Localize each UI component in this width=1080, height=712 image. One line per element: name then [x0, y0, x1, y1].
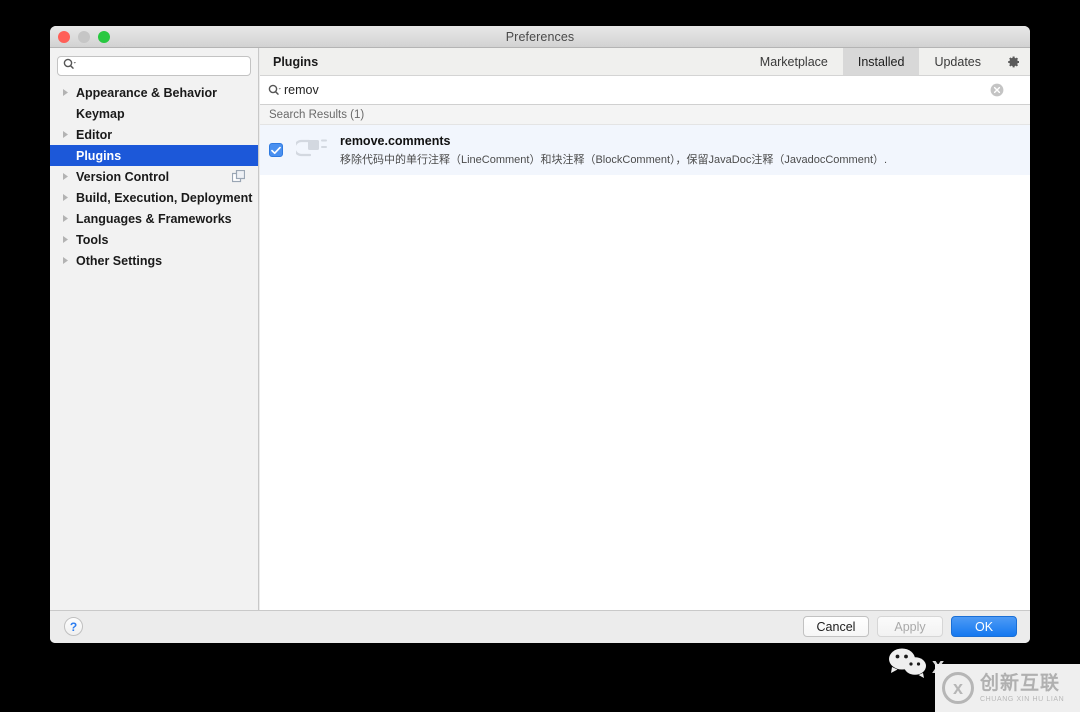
sidebar-item-version-control[interactable]: Version Control: [50, 166, 258, 187]
window-titlebar: Preferences: [50, 26, 1030, 48]
plugin-list-empty-area: [260, 175, 1030, 638]
plugins-panel: Plugins Marketplace Installed Updates re…: [260, 48, 1030, 638]
sidebar-item-label: Appearance & Behavior: [76, 85, 218, 100]
brand-text: 创新互联 CHUANG XIN HU LIAN: [980, 674, 1064, 703]
sidebar-item-label: Languages & Frameworks: [76, 211, 232, 226]
settings-tree: Appearance & Behavior Keymap Editor Plug…: [50, 82, 258, 271]
plugin-name: remove.comments: [340, 133, 451, 148]
cx-logo-icon: x: [942, 672, 974, 704]
preferences-window: Preferences Appearance & Behavior Keymap…: [50, 26, 1030, 643]
search-results-header: Search Results (1): [260, 105, 1030, 125]
plugin-info: remove.comments 移除代码中的单行注释（LineComment）和…: [340, 134, 887, 167]
brand-watermark: x 创新互联 CHUANG XIN HU LIAN: [935, 664, 1080, 712]
chevron-right-icon: [62, 193, 74, 202]
plugins-tabbar: Plugins Marketplace Installed Updates: [260, 48, 1030, 76]
chevron-right-icon: [62, 130, 74, 139]
sidebar-item-editor[interactable]: Editor: [50, 124, 258, 145]
sidebar-item-appearance-behavior[interactable]: Appearance & Behavior: [50, 82, 258, 103]
close-icon[interactable]: [58, 31, 70, 43]
sidebar-item-label: Build, Execution, Deployment: [76, 190, 253, 205]
dialog-footer: ? Cancel Apply OK: [50, 610, 1030, 643]
help-button[interactable]: ?: [64, 617, 83, 636]
tab-updates[interactable]: Updates: [919, 48, 996, 75]
search-icon: [260, 84, 281, 96]
window-body: Appearance & Behavior Keymap Editor Plug…: [50, 48, 1030, 643]
plugin-list-item[interactable]: remove.comments 移除代码中的单行注释（LineComment）和…: [260, 125, 1030, 175]
sidebar-item-plugins[interactable]: Plugins: [50, 145, 258, 166]
chevron-right-icon: [62, 235, 74, 244]
sidebar-item-label: Plugins: [76, 148, 122, 163]
gear-icon[interactable]: [996, 48, 1030, 75]
sidebar-item-label: Editor: [76, 127, 113, 142]
chevron-right-icon: [62, 256, 74, 265]
brand-pinyin: CHUANG XIN HU LIAN: [980, 695, 1065, 703]
sidebar-item-build-execution-deployment[interactable]: Build, Execution, Deployment: [50, 187, 258, 208]
traffic-lights: [58, 31, 110, 43]
minimize-icon[interactable]: [78, 31, 90, 43]
settings-sidebar: Appearance & Behavior Keymap Editor Plug…: [50, 48, 259, 610]
window-title: Preferences: [505, 30, 575, 44]
clear-circle-icon[interactable]: [990, 83, 1004, 97]
sidebar-item-label: Version Control: [76, 169, 170, 184]
screen: Preferences Appearance & Behavior Keymap…: [0, 0, 1080, 712]
sidebar-item-label: Other Settings: [76, 253, 163, 268]
chevron-right-icon: [62, 88, 74, 97]
sidebar-item-tools[interactable]: Tools: [50, 229, 258, 250]
sidebar-item-other-settings[interactable]: Other Settings: [50, 250, 258, 271]
plugin-search-row[interactable]: remov: [260, 76, 1030, 105]
apply-button: Apply: [877, 616, 943, 637]
copy-icon: [231, 169, 246, 186]
page-title: Plugins: [273, 54, 319, 69]
plugin-enabled-checkbox[interactable]: [269, 143, 283, 157]
plugin-description: 移除代码中的单行注释（LineComment）和块注释（BlockComment…: [340, 153, 888, 166]
cancel-button[interactable]: Cancel: [803, 616, 869, 637]
sidebar-item-languages-frameworks[interactable]: Languages & Frameworks: [50, 208, 258, 229]
sidebar-item-label: Tools: [76, 232, 109, 247]
tab-list: Marketplace Installed Updates: [745, 48, 996, 75]
plug-icon: [293, 133, 330, 168]
tab-marketplace[interactable]: Marketplace: [745, 48, 843, 75]
wechat-icon: [888, 648, 930, 683]
sidebar-search-input[interactable]: [57, 56, 251, 76]
chevron-right-icon: [62, 214, 74, 223]
dialog-buttons: Cancel Apply OK: [803, 616, 1017, 637]
tab-installed[interactable]: Installed: [842, 48, 920, 75]
plugin-search-input[interactable]: remov: [284, 83, 319, 97]
sidebar-item-label: Keymap: [76, 106, 125, 121]
brand-name: 创新互联: [980, 672, 1061, 694]
sidebar-item-keymap[interactable]: Keymap: [50, 103, 258, 124]
zoom-icon[interactable]: [98, 31, 110, 43]
search-icon: [63, 57, 76, 75]
ok-button[interactable]: OK: [951, 616, 1017, 637]
chevron-right-icon: [62, 172, 74, 181]
